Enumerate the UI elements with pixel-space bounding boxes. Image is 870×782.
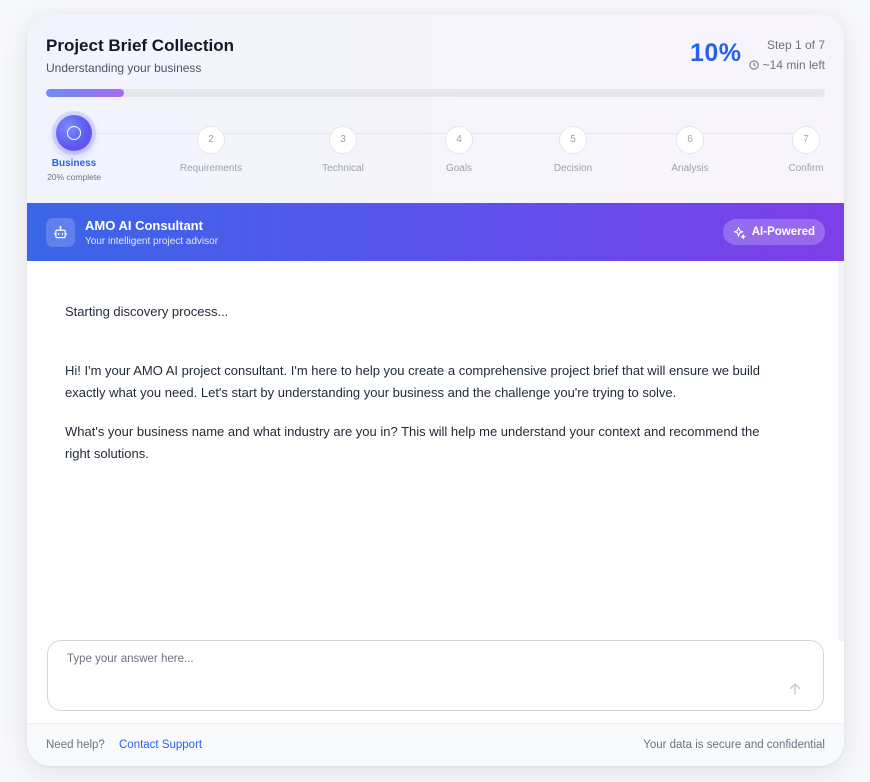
circle-icon <box>67 126 81 140</box>
time-remaining: ~14 min left <box>748 58 825 72</box>
assistant-message: What's your business name and what indus… <box>65 424 760 461</box>
step-progress-text: 20% complete <box>47 172 101 182</box>
footer: Need help? Contact Support Your data is … <box>27 723 844 766</box>
answer-input-box <box>47 640 824 711</box>
step-counter: Step 1 of 7 <box>766 38 825 52</box>
header: Project Brief Collection Understanding y… <box>27 14 844 203</box>
progress-bar <box>46 89 825 97</box>
chat-area: Starting discovery process... Hi! I'm yo… <box>27 261 844 723</box>
step-goals[interactable]: 4 Goals <box>409 114 509 174</box>
step-number: 3 <box>329 126 357 154</box>
ai-powered-label: AI-Powered <box>751 226 815 238</box>
page-subtitle: Understanding your business <box>46 61 202 75</box>
status-message: Starting discovery process... <box>65 304 229 319</box>
send-button[interactable] <box>787 681 803 697</box>
progress-percent: 10% <box>690 39 742 67</box>
step-technical[interactable]: 3 Technical <box>293 114 393 174</box>
step-requirements[interactable]: 2 Requirements <box>161 114 261 174</box>
step-label: Goals <box>445 163 473 174</box>
step-indicator: Business 20% complete 2 Requirements 3 T… <box>27 114 844 194</box>
ai-powered-badge: AI-Powered <box>722 219 825 245</box>
step-business-dot <box>56 115 92 151</box>
step-label: Analysis <box>671 163 709 174</box>
consultant-tagline: Your intelligent project advisor <box>85 236 219 247</box>
step-number: 4 <box>445 126 473 154</box>
step-confirm[interactable]: 7 Confirm <box>756 114 844 174</box>
step-number: 7 <box>792 126 820 154</box>
step-label: Business <box>51 158 97 169</box>
answer-input[interactable] <box>67 653 767 665</box>
project-brief-card: Project Brief Collection Understanding y… <box>27 14 844 766</box>
sparkles-icon <box>733 226 746 239</box>
step-label: Technical <box>322 163 364 174</box>
step-analysis[interactable]: 6 Analysis <box>640 114 740 174</box>
contact-support-link[interactable]: Contact Support <box>119 739 202 751</box>
step-number: 2 <box>197 126 225 154</box>
chat-scrollbar[interactable] <box>838 261 844 641</box>
step-number: 5 <box>559 126 587 154</box>
bot-icon <box>46 218 75 247</box>
help-text: Need help? <box>46 739 105 751</box>
assistant-message: Hi! I'm your AMO AI project consultant. … <box>65 363 761 400</box>
step-label: Requirements <box>179 163 243 174</box>
progress-bar-fill <box>46 89 124 97</box>
consultant-banner: AMO AI Consultant Your intelligent proje… <box>27 203 844 261</box>
step-label: Decision <box>553 163 593 174</box>
security-note: Your data is secure and confidential <box>643 739 825 751</box>
consultant-name: AMO AI Consultant <box>85 218 203 233</box>
step-label: Confirm <box>788 163 824 174</box>
step-number: 6 <box>676 126 704 154</box>
arrow-up-icon <box>789 683 801 695</box>
clock-icon <box>748 60 759 70</box>
page-title: Project Brief Collection <box>46 36 234 55</box>
step-business[interactable]: Business 20% complete <box>27 114 124 182</box>
time-remaining-text: ~14 min left <box>762 58 825 72</box>
step-decision[interactable]: 5 Decision <box>523 114 623 174</box>
